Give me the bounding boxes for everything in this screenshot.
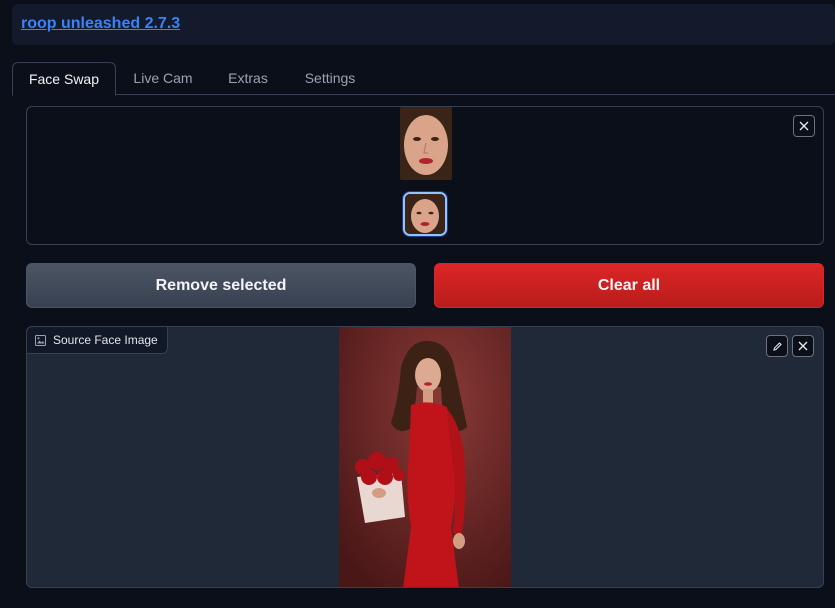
- face-gallery: [26, 106, 824, 245]
- source-face-photo: [339, 327, 511, 587]
- source-face-image-label: Source Face Image: [27, 327, 168, 354]
- image-icon: [35, 334, 46, 346]
- pencil-icon: [772, 341, 782, 351]
- tab-extras[interactable]: Extras: [212, 62, 284, 95]
- close-icon: [798, 341, 808, 351]
- remove-selected-button[interactable]: Remove selected: [26, 263, 416, 308]
- gallery-close-button[interactable]: [793, 115, 815, 137]
- app-header: roop unleashed 2.7.3: [12, 4, 835, 45]
- clear-all-button[interactable]: Clear all: [434, 263, 824, 308]
- source-face-image-label-text: Source Face Image: [53, 333, 158, 347]
- close-icon: [799, 121, 809, 131]
- clear-image-button[interactable]: [792, 335, 814, 357]
- face-thumbnail[interactable]: [403, 192, 447, 236]
- tab-bar: Face Swap Live Cam Extras Settings: [12, 62, 835, 96]
- app-title-link[interactable]: roop unleashed 2.7.3: [21, 15, 180, 33]
- tab-live-cam[interactable]: Live Cam: [120, 62, 206, 95]
- selected-face-preview: [400, 107, 452, 180]
- edit-image-button[interactable]: [766, 335, 788, 357]
- tab-settings[interactable]: Settings: [292, 62, 368, 95]
- tab-face-swap[interactable]: Face Swap: [12, 62, 116, 96]
- source-face-image-panel[interactable]: Source Face Image: [26, 326, 824, 588]
